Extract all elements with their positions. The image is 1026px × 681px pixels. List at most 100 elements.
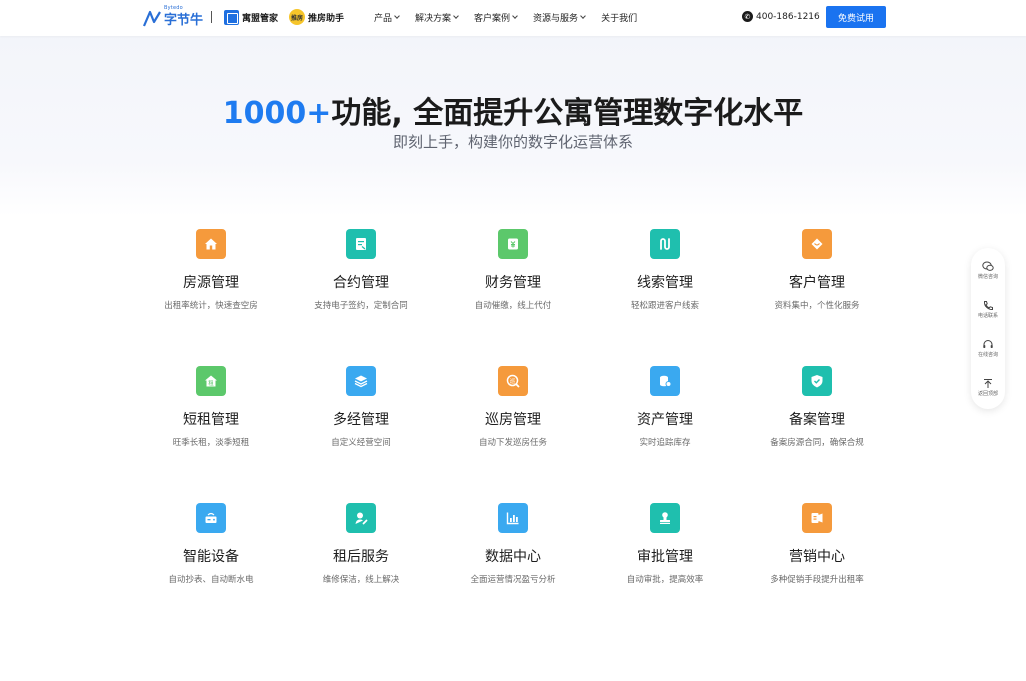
sidebar-item-top[interactable]: 返回顶部	[971, 378, 1005, 397]
nav-label: 资源与服务	[533, 14, 579, 24]
tuifang-badge-icon: 推房	[289, 9, 305, 25]
chevron-down-icon	[394, 13, 400, 19]
feature-description: 多种促销手段提升出租率	[770, 575, 864, 585]
feature-title: 多经管理	[333, 412, 389, 428]
nav-label: 解决方案	[415, 14, 452, 24]
sidebar-label: 在线咨询	[977, 352, 998, 358]
house-icon	[196, 229, 226, 259]
brand-yumeng[interactable]: 寓盟管家	[224, 10, 278, 25]
sidebar-item-online[interactable]: 在线咨询	[971, 339, 1005, 358]
brand-yumeng-label: 寓盟管家	[242, 14, 279, 24]
nav-item-resources[interactable]: 资源与服务	[533, 11, 586, 24]
feature-description: 自动下发巡房任务	[478, 438, 547, 448]
bytedo-logo[interactable]: Bytedo 字节牛	[142, 5, 204, 28]
nav-item-cases[interactable]: 客户案例	[474, 11, 518, 24]
wechat-icon	[982, 261, 994, 271]
brand-tuifang[interactable]: 推房 推房助手	[289, 9, 344, 25]
feature-description: 实时追踪库存	[639, 438, 691, 448]
back-to-top-icon	[984, 379, 992, 388]
hero-title-number: 1000+	[222, 96, 332, 131]
feature-card[interactable]: 审批管理自动审批，提高效率	[590, 503, 740, 585]
feature-card[interactable]: 资产管理实时追踪库存	[590, 366, 740, 448]
feature-description: 自动审批，提高效率	[626, 575, 704, 585]
feature-card[interactable]: 合约管理支持电子签约，定制合同	[286, 229, 436, 311]
feature-card[interactable]: 线索管理轻松跟进客户线索	[590, 229, 740, 311]
hero-title-text: 功能, 全面提升公寓管理数字化水平	[331, 96, 804, 131]
feature-title: 巡房管理	[485, 412, 541, 428]
phone-icon: ✆	[742, 11, 753, 22]
feature-description: 全面运营情况盈亏分析	[470, 575, 556, 585]
asset-icon	[650, 366, 680, 396]
chevron-down-icon	[580, 13, 586, 19]
device-icon	[196, 503, 226, 533]
feature-description: 旺季长租，淡季短租	[172, 438, 250, 448]
svg-text:租: 租	[208, 379, 214, 387]
nav-item-product[interactable]: 产品	[374, 11, 400, 24]
chevron-down-icon	[453, 13, 459, 19]
feature-card[interactable]: 备案管理备案房源合同，确保合规	[742, 366, 892, 448]
finance-icon	[498, 229, 528, 259]
feature-title: 审批管理	[637, 549, 693, 565]
phone-number: 400-186-1216	[756, 11, 820, 22]
feature-card[interactable]: 财务管理 自动催缴，线上代付	[438, 229, 588, 311]
contract-icon	[346, 229, 376, 259]
header-divider	[211, 11, 212, 23]
customer-icon	[802, 229, 832, 259]
service-icon	[346, 503, 376, 533]
feature-title: 租后服务	[333, 549, 389, 565]
feature-title: 营销中心	[789, 549, 845, 565]
feature-title: 数据中心	[485, 549, 541, 565]
stamp-icon	[650, 503, 680, 533]
nav-item-solutions[interactable]: 解决方案	[415, 11, 459, 24]
feature-title: 客户管理	[789, 275, 845, 291]
feature-card[interactable]: 房源管理 出租率统计，快速查空房	[136, 229, 286, 311]
feature-title: 财务管理	[485, 275, 541, 291]
floating-contact-bar: 微信咨询 电话联系 在线咨询 返回顶部	[971, 248, 1005, 409]
feature-description: 自动抄表、自动断水电	[168, 575, 254, 585]
feature-title: 智能设备	[183, 549, 239, 565]
logo-text: 字节牛	[164, 13, 204, 28]
feature-card[interactable]: 数据中心全面运营情况盈亏分析	[438, 503, 588, 585]
feature-description: 自定义经营空间	[331, 438, 391, 448]
feature-card[interactable]: 巡巡房管理自动下发巡房任务	[438, 366, 588, 448]
nav-label: 产品	[374, 14, 393, 24]
feature-title: 房源管理	[183, 275, 239, 291]
logo-sub-text: Bytedo	[164, 5, 183, 11]
patrol-icon: 巡	[498, 366, 528, 396]
feature-title: 线索管理	[637, 275, 693, 291]
feature-title: 短租管理	[183, 412, 239, 428]
sidebar-label: 返回顶部	[977, 391, 998, 397]
nav-item-about[interactable]: 关于我们	[601, 11, 637, 24]
brand-tuifang-label: 推房助手	[308, 13, 345, 24]
feature-card[interactable]: 租短租管理旺季长租，淡季短租	[136, 366, 286, 448]
headset-icon	[983, 340, 993, 348]
feature-description: 资料集中，个性化服务	[774, 301, 860, 311]
feature-title: 合约管理	[333, 275, 389, 291]
feature-card[interactable]: 客户管理资料集中，个性化服务	[742, 229, 892, 311]
sidebar-item-phone[interactable]: 电话联系	[971, 300, 1005, 319]
logo-mark-icon	[142, 10, 161, 26]
feature-card[interactable]: 营销中心多种促销手段提升出租率	[742, 503, 892, 585]
free-trial-button[interactable]: 免费试用	[826, 6, 886, 28]
feature-title: 备案管理	[789, 412, 845, 428]
feature-card[interactable]: 租后服务维修保洁，线上解决	[286, 503, 436, 585]
feature-description: 轻松跟进客户线索	[630, 301, 699, 311]
hero-subtitle: 即刻上手，构建你的数字化运营体系	[392, 133, 633, 151]
short-rent-icon: 租	[196, 366, 226, 396]
feature-description: 备案房源合同，确保合规	[770, 438, 864, 448]
feature-card[interactable]: 多经管理自定义经营空间	[286, 366, 436, 448]
lead-icon	[650, 229, 680, 259]
sidebar-label: 微信咨询	[977, 274, 998, 280]
hero-title: 1000+功能, 全面提升公寓管理数字化水平	[0, 88, 1026, 132]
nav-label: 关于我们	[601, 14, 638, 24]
feature-card[interactable]: 智能设备自动抄表、自动断水电	[136, 503, 286, 585]
phone-contact[interactable]: ✆ 400-186-1216	[742, 11, 820, 22]
top-header: Bytedo 字节牛 寓盟管家 推房 推房助手 产品 解决方案 客户案例 资源与…	[0, 0, 1026, 36]
feature-description: 维修保洁，线上解决	[322, 575, 400, 585]
feature-title: 资产管理	[637, 412, 693, 428]
main-nav: 产品 解决方案 客户案例 资源与服务 关于我们	[374, 11, 653, 24]
chevron-down-icon	[512, 13, 518, 19]
sidebar-item-wechat[interactable]: 微信咨询	[971, 261, 1005, 280]
cube-icon	[224, 10, 239, 25]
feature-description: 支持电子签约，定制合同	[314, 301, 408, 311]
